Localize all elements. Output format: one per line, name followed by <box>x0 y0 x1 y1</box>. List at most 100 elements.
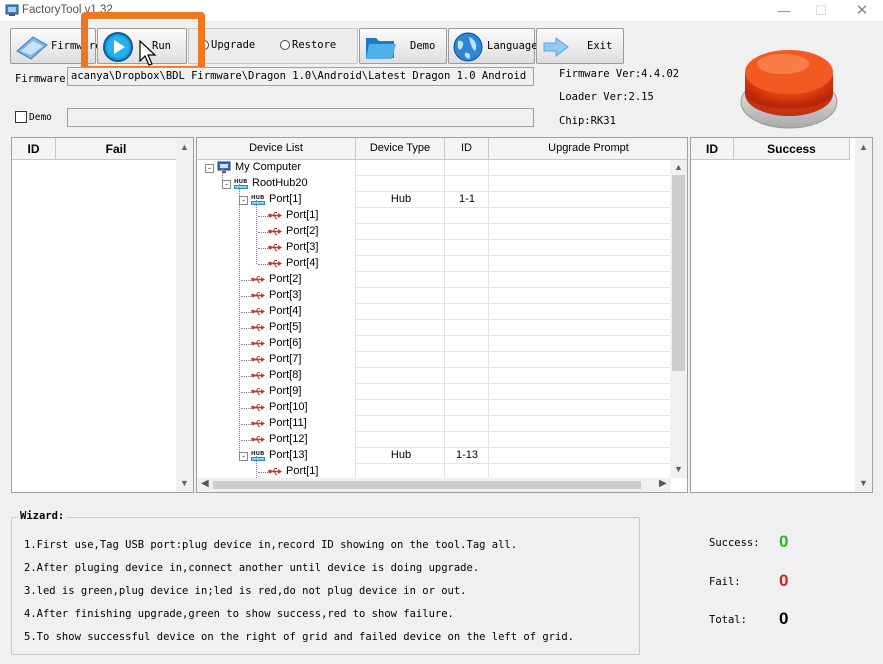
device-grid-vscrollbar[interactable]: ▲ ▼ <box>670 160 687 478</box>
wizard-line: 1.First use,Tag USB port:plug device in,… <box>24 539 518 551</box>
svg-text:HUB: HUB <box>234 179 247 185</box>
device-tree-row[interactable]: - My Computer <box>197 160 671 176</box>
device-tree-row[interactable]: Port[5] <box>197 320 671 336</box>
success-count: 0 <box>779 532 789 551</box>
fail-grid-scrollbar[interactable]: ▲ ▼ <box>176 138 193 492</box>
device-tree-row[interactable]: Port[3] <box>197 288 671 304</box>
tree-connector <box>241 328 251 329</box>
device-name: Port[12] <box>269 433 308 445</box>
device-tree-row[interactable]: Port[4] <box>197 256 671 272</box>
tree-collapse-icon[interactable]: - <box>205 164 214 173</box>
success-grid[interactable]: ID Success ▲ ▼ <box>690 137 873 493</box>
device-tree-row[interactable]: - HUB Port[13] Hub 1-13 <box>197 448 671 464</box>
fail-grid-id-header[interactable]: ID <box>12 138 56 160</box>
tree-connector <box>241 376 251 377</box>
usb-port-icon <box>251 339 266 348</box>
fail-count-label: Fail: <box>709 576 741 588</box>
device-tree[interactable]: - My Computer - HUB RootHub20- HUB Port[1] Hub 1… <box>197 160 671 478</box>
device-name: Port[8] <box>269 369 302 381</box>
upgrade-prompt-header[interactable]: Upgrade Prompt <box>489 138 687 160</box>
scroll-down-icon[interactable]: ▼ <box>855 478 872 488</box>
minimize-icon[interactable]: — <box>774 3 794 18</box>
demo-button[interactable]: Demo <box>359 28 447 64</box>
tree-connector <box>258 248 268 249</box>
device-grid[interactable]: Device List Device Type ID Upgrade Promp… <box>196 137 688 493</box>
device-tree-row[interactable]: Port[10] <box>197 400 671 416</box>
device-tree-row[interactable]: - HUB RootHub20 <box>197 176 671 192</box>
device-tree-row[interactable]: Port[11] <box>197 416 671 432</box>
device-name: RootHub20 <box>252 177 308 189</box>
device-tree-row[interactable]: Port[3] <box>197 240 671 256</box>
scroll-thumb[interactable] <box>672 175 685 371</box>
app-icon <box>5 4 19 16</box>
device-type: Hub <box>390 449 412 461</box>
upgrade-radio[interactable]: Upgrade <box>199 39 255 51</box>
folder-icon <box>366 38 396 59</box>
device-tree-row[interactable]: Port[6] <box>197 336 671 352</box>
demo-button-label: Demo <box>410 40 436 52</box>
device-type-header[interactable]: Device Type <box>356 138 445 160</box>
exit-button[interactable]: Exit <box>536 28 624 64</box>
device-tree-row[interactable]: Port[4] <box>197 304 671 320</box>
device-tree-row[interactable]: Port[7] <box>197 352 671 368</box>
device-tree-row[interactable]: - HUB Port[1] Hub 1-1 <box>197 192 671 208</box>
demo-field[interactable] <box>67 108 534 127</box>
device-tree-row[interactable]: Port[12] <box>197 432 671 448</box>
device-tree-row[interactable]: Port[2] <box>197 272 671 288</box>
device-tree-row[interactable]: Port[9] <box>197 384 671 400</box>
scroll-left-icon[interactable]: ◀ <box>201 478 209 489</box>
tree-guide <box>239 184 240 456</box>
success-grid-success-header[interactable]: Success <box>734 138 850 160</box>
device-tree-row[interactable]: Port[1] <box>197 208 671 224</box>
scroll-up-icon[interactable]: ▲ <box>176 142 193 152</box>
usb-port-icon <box>268 259 283 268</box>
scroll-down-icon[interactable]: ▼ <box>670 464 687 474</box>
firmware-icon <box>16 36 48 60</box>
tree-collapse-icon[interactable]: - <box>239 452 248 461</box>
usb-hub-icon: HUB <box>251 449 265 462</box>
success-count-label: Success: <box>709 537 760 549</box>
language-button[interactable]: Language <box>448 28 538 64</box>
status-led-icon <box>740 50 838 129</box>
restore-radio[interactable]: Restore <box>280 39 336 51</box>
usb-port-icon <box>251 419 266 428</box>
usb-hub-icon: HUB <box>251 193 265 206</box>
device-list-header[interactable]: Device List <box>197 138 356 160</box>
firmware-path-field[interactable]: acanya\Dropbox\BDL Firmware\Dragon 1.0\A… <box>67 67 534 86</box>
usb-port-icon <box>268 211 283 220</box>
usb-port-icon <box>268 243 283 252</box>
scroll-down-icon[interactable]: ▼ <box>176 478 193 488</box>
device-name: Port[1] <box>286 465 319 477</box>
device-name: Port[7] <box>269 353 302 365</box>
firmware-path-label: Firmware <box>15 73 66 85</box>
scroll-up-icon[interactable]: ▲ <box>855 142 872 152</box>
success-grid-id-header[interactable]: ID <box>691 138 734 160</box>
device-name: Port[10] <box>269 401 308 413</box>
demo-checkbox-label: Demo <box>29 112 52 123</box>
scroll-up-icon[interactable]: ▲ <box>670 162 687 172</box>
device-grid-hscrollbar[interactable]: ◀ ▶ <box>197 478 671 492</box>
scroll-right-icon[interactable]: ▶ <box>659 478 667 489</box>
success-grid-scrollbar[interactable]: ▲ ▼ <box>855 138 872 492</box>
fail-grid-fail-header[interactable]: Fail <box>56 138 177 160</box>
maximize-icon[interactable]: ☐ <box>811 3 831 19</box>
device-name: Port[3] <box>269 289 302 301</box>
wizard-line: 2.After pluging device in,connect anothe… <box>24 562 480 574</box>
tree-collapse-icon[interactable]: - <box>222 180 231 189</box>
hscroll-thumb[interactable] <box>213 481 641 489</box>
globe-icon <box>453 32 483 62</box>
upgrade-radio-label: Upgrade <box>211 39 256 51</box>
device-type: Hub <box>390 193 412 205</box>
tree-collapse-icon[interactable]: - <box>239 196 248 205</box>
demo-checkbox[interactable] <box>15 111 27 123</box>
device-tree-row[interactable]: Port[2] <box>197 224 671 240</box>
tree-connector <box>241 392 251 393</box>
device-id-header[interactable]: ID <box>445 138 489 160</box>
device-tree-row[interactable]: Port[8] <box>197 368 671 384</box>
device-tree-row[interactable]: Port[1] <box>197 464 671 478</box>
fail-grid[interactable]: ID Fail ▲ ▼ <box>11 137 194 493</box>
close-icon[interactable]: ✕ <box>852 1 872 19</box>
tree-guide <box>256 456 257 478</box>
usb-port-icon <box>251 435 266 444</box>
usb-port-icon <box>251 323 266 332</box>
